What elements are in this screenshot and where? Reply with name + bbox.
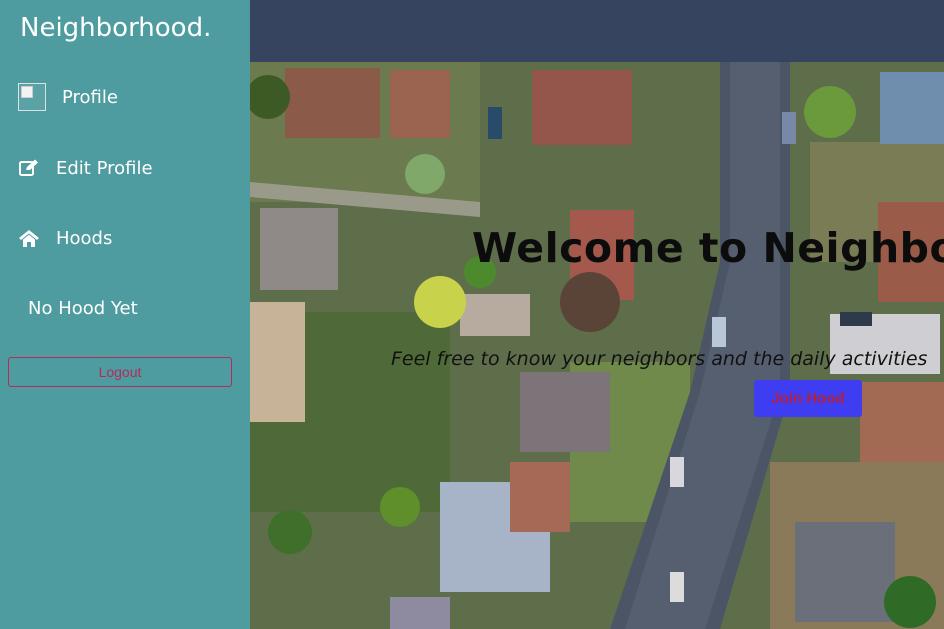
hero-title: Welcome to Neighborh <box>472 224 944 272</box>
top-navbar <box>250 0 944 62</box>
home-icon <box>18 227 40 249</box>
sidebar-item-hoods[interactable]: Hoods <box>18 227 112 249</box>
join-hood-button[interactable]: Join Hood <box>754 380 862 417</box>
edit-icon <box>18 157 40 179</box>
avatar <box>18 83 46 111</box>
sidebar-item-label: Hoods <box>56 227 113 249</box>
no-hood-text: No Hood Yet <box>28 298 138 319</box>
brand-title[interactable]: Neighborhood. <box>20 10 211 46</box>
sidebar-item-label: Edit Profile <box>56 157 153 179</box>
sidebar: Neighborhood. Profile Edit Profile Hoods… <box>0 0 250 629</box>
sidebar-item-label: Profile <box>62 86 118 108</box>
logout-button[interactable]: Logout <box>8 357 232 387</box>
sidebar-item-edit-profile[interactable]: Edit Profile <box>18 157 153 179</box>
sidebar-item-profile[interactable]: Profile <box>18 83 118 111</box>
aerial-neighborhood-image <box>250 62 944 629</box>
hero-tagline: Feel free to know your neighbors and the… <box>391 348 928 370</box>
hero-background-image <box>250 62 944 629</box>
